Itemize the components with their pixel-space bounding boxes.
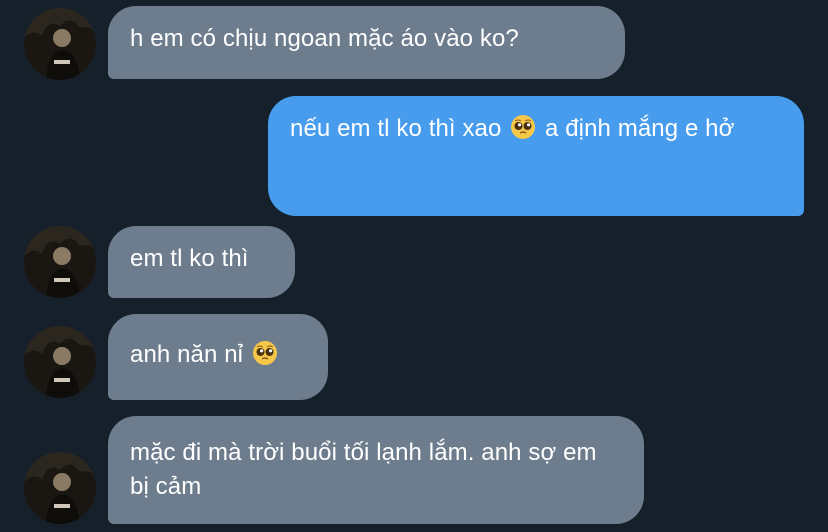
pleading-face-icon — [252, 341, 277, 365]
message-bubble-incoming[interactable]: mặc đi mà trời buổi tối lạnh lắm. anh sợ… — [108, 416, 644, 524]
message-text: mặc đi mà trời buổi tối lạnh lắm. anh sợ… — [130, 439, 597, 500]
sender-avatar[interactable] — [24, 226, 96, 298]
message-bubble-incoming[interactable]: anh năn nỉ — [108, 314, 328, 400]
message-text: em tl ko thì — [130, 245, 249, 272]
sender-avatar[interactable] — [24, 326, 96, 398]
message-bubble-outgoing[interactable]: nếu em tl ko thì xao a định mắng e hở — [268, 96, 804, 216]
pleading-face-icon — [511, 115, 536, 139]
sender-avatar[interactable] — [24, 8, 96, 80]
message-text: anh năn nỉ — [130, 341, 250, 368]
message-text: h em có chịu ngoan mặc áo vào ko? — [130, 25, 519, 52]
message-bubble-incoming[interactable]: h em có chịu ngoan mặc áo vào ko? — [108, 6, 625, 79]
message-text: nếu em tl ko thì xao — [290, 115, 509, 142]
message-text-continued: a định mắng e hở — [538, 115, 735, 142]
message-bubble-incoming[interactable]: em tl ko thì — [108, 226, 295, 298]
sender-avatar[interactable] — [24, 452, 96, 524]
